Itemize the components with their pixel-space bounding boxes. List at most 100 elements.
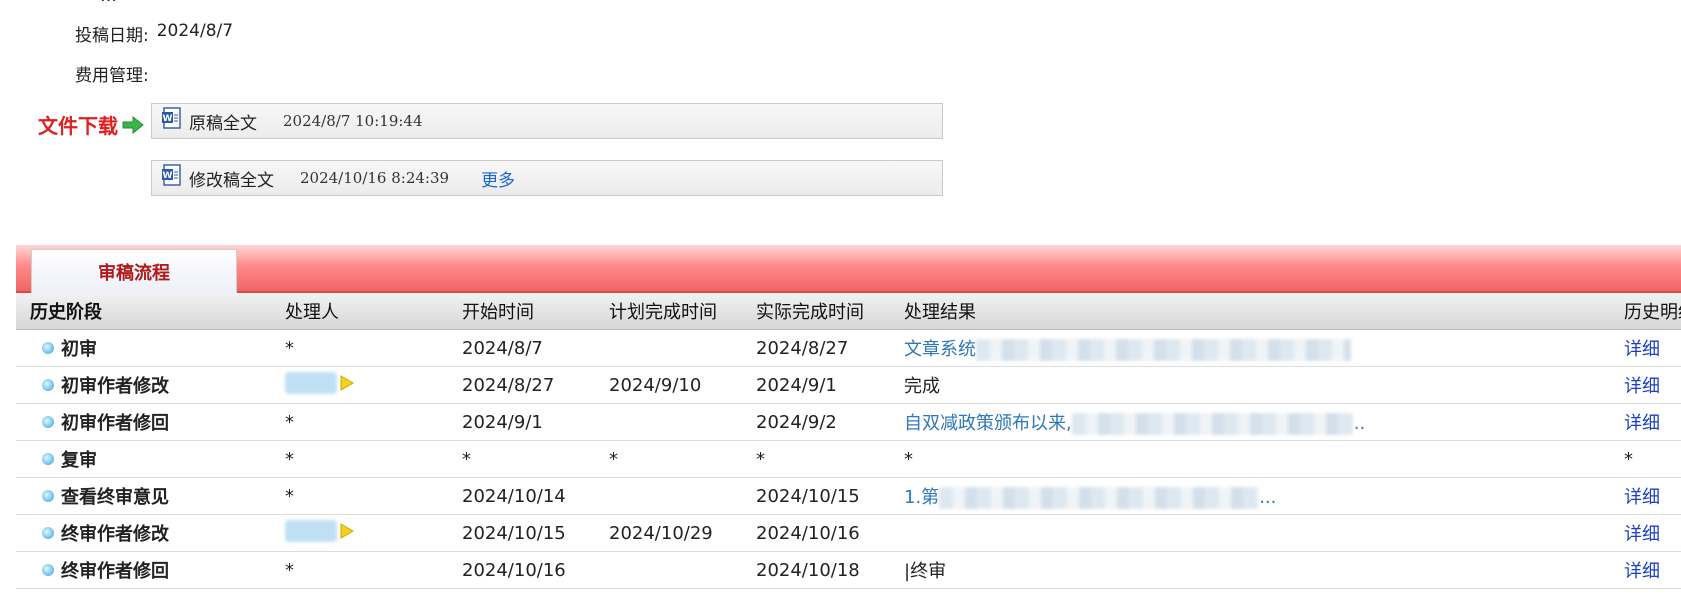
submit-date-row: 投稿日期: 2024/8/7 [75,21,233,46]
stage-name: 初审作者修改 [61,376,169,397]
stage-name: 初审作者修回 [61,413,169,434]
start-time-cell: 2024/10/16 [448,551,595,589]
stage-name: 复审 [61,450,97,471]
review-process-table: 历史阶段 处理人 开始时间 计划完成时间 实际完成时间 处理结果 历史明细 初审… [16,293,1681,589]
fee-row: 费用管理: [75,61,149,86]
table-row: 查看终审意见 * 2024/10/14 2024/10/15 1.第... 详细 [16,477,1681,515]
file-download-label: 文件下载 [38,110,144,139]
bullet-icon [42,342,54,354]
stage-name: 初审 [61,339,97,360]
detail-cell: * [1610,440,1681,478]
revised-file-link[interactable]: 修改稿全文 [189,166,274,191]
header-start-time: 开始时间 [448,293,595,330]
original-file-link[interactable]: 原稿全文 [189,109,257,134]
table-header-row: 历史阶段 处理人 开始时间 计划完成时间 实际完成时间 处理结果 历史明细 [16,293,1681,330]
fee-label: 费用管理: [75,66,149,86]
stage-name: 查看终审意见 [61,487,169,508]
redacted-text [939,487,1260,509]
planned-time-cell [595,477,742,515]
table-row: 初审 * 2024/8/7 2024/8/27 文章系统 详细 [16,329,1681,367]
bullet-icon [42,564,54,576]
start-time-cell: 2024/10/15 [448,514,595,552]
planned-time-cell [595,329,742,367]
table-row: 复审 * * * * * * [16,440,1681,478]
actual-time-cell: 2024/10/16 [742,514,890,552]
start-time-cell: 2024/9/1 [448,403,595,441]
tab-review-process[interactable]: 审稿流程 [31,249,237,293]
handler-cell: * [271,403,448,441]
result-cell: 完成 [890,366,1610,404]
word-document-icon: W [162,107,181,129]
submit-date-label: 投稿日期: [75,26,149,46]
flag-icon [340,374,354,391]
revised-file-date: 2024/10/16 8:24:39 [300,169,450,187]
actual-time-cell: * [742,440,890,478]
result-link[interactable]: 1.第 [904,487,939,508]
svg-text:W: W [163,171,173,181]
green-arrow-icon [122,115,144,134]
result-cell: |终审 [890,551,1610,589]
result-cell [890,514,1610,552]
result-link[interactable]: 自双减政策颁布以来, [904,413,1072,434]
svg-text:W: W [163,114,173,124]
header-history-detail: 历史明细 [1610,293,1681,330]
table-row: 初审作者修改 2024/8/27 2024/9/10 2024/9/1 完成 详… [16,366,1681,404]
original-file-date: 2024/8/7 10:19:44 [283,112,423,130]
redacted-text [976,339,1351,361]
result-cell: * [890,440,1610,478]
cut-off-row: … [100,0,117,6]
header-result: 处理结果 [890,293,1610,330]
planned-time-cell [595,403,742,441]
table-row: 终审作者修改 2024/10/15 2024/10/29 2024/10/16 … [16,514,1681,552]
stage-name: 终审作者修改 [61,524,169,545]
start-time-cell: * [448,440,595,478]
word-document-icon: W [162,164,181,186]
detail-link[interactable]: 详细 [1624,339,1660,360]
planned-time-cell [595,551,742,589]
revised-file-row[interactable]: W 修改稿全文 2024/10/16 8:24:39 更多 [151,160,943,196]
actual-time-cell: 2024/9/2 [742,403,890,441]
redacted-name [285,519,337,542]
header-actual-completion: 实际完成时间 [742,293,890,330]
detail-link[interactable]: 详细 [1624,413,1660,434]
flag-icon [340,522,354,539]
start-time-cell: 2024/8/7 [448,329,595,367]
stage-name: 终审作者修回 [61,561,169,582]
actual-time-cell: 2024/10/18 [742,551,890,589]
table-row: 终审作者修回 * 2024/10/16 2024/10/18 |终审 详细 [16,551,1681,589]
bullet-icon [42,453,54,465]
detail-link[interactable]: 详细 [1624,376,1660,397]
result-ellipsis: ... [1259,487,1277,508]
handler-cell: * [271,329,448,367]
redacted-name [285,371,337,394]
header-handler: 处理人 [271,293,448,330]
submit-date-value: 2024/8/7 [156,21,234,41]
bullet-icon [42,416,54,428]
result-link[interactable]: 文章系统 [904,339,976,360]
original-file-row[interactable]: W 原稿全文 2024/8/7 10:19:44 [151,103,943,139]
planned-time-cell: 2024/9/10 [595,366,742,404]
start-time-cell: 2024/10/14 [448,477,595,515]
detail-link[interactable]: 详细 [1624,487,1660,508]
handler-cell: * [271,477,448,515]
bullet-icon [42,379,54,391]
actual-time-cell: 2024/8/27 [742,329,890,367]
planned-time-cell: * [595,440,742,478]
bullet-icon [42,527,54,539]
result-ellipsis: .. [1353,413,1366,434]
redacted-text [1071,413,1354,435]
handler-person [285,371,355,394]
planned-time-cell: 2024/10/29 [595,514,742,552]
file-download-text: 文件下载 [38,114,118,138]
tab-bar: 审稿流程 [16,245,1681,293]
handler-person [285,519,355,542]
header-planned-completion: 计划完成时间 [595,293,742,330]
detail-link[interactable]: 详细 [1624,524,1660,545]
header-stage: 历史阶段 [16,293,271,330]
bullet-icon [42,490,54,502]
detail-link[interactable]: 详细 [1624,561,1660,582]
more-files-link[interactable]: 更多 [481,166,515,191]
handler-cell: * [271,551,448,589]
actual-time-cell: 2024/10/15 [742,477,890,515]
start-time-cell: 2024/8/27 [448,366,595,404]
